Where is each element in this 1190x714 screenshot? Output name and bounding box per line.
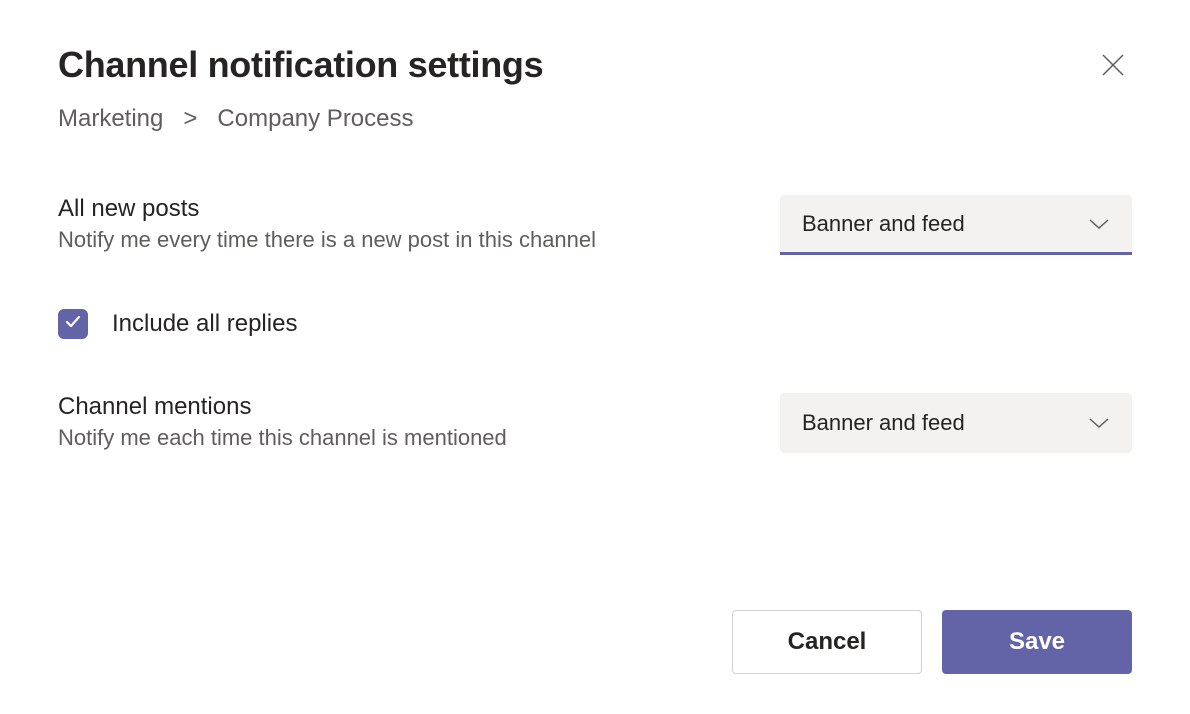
breadcrumb-team: Marketing [58, 105, 163, 132]
channel-mentions-label: Channel mentions [58, 393, 740, 421]
channel-mentions-dropdown[interactable]: Banner and feed [780, 393, 1132, 453]
dialog-footer: Cancel Save [58, 570, 1132, 674]
all-new-posts-dropdown[interactable]: Banner and feed [780, 195, 1132, 255]
dialog-title: Channel notification settings [58, 44, 543, 86]
breadcrumb-sep-space [197, 105, 210, 132]
breadcrumb: Marketing > Company Process [58, 105, 1132, 133]
chevron-down-icon [1088, 410, 1110, 436]
breadcrumb-sep-text: > [183, 105, 197, 132]
notification-settings-dialog: Channel notification settings Marketing … [0, 0, 1190, 714]
dropdown-value: Banner and feed [802, 211, 965, 237]
chevron-down-icon [1088, 211, 1110, 237]
save-button[interactable]: Save [942, 610, 1132, 674]
checkmark-icon [64, 313, 82, 336]
setting-text-block: Channel mentions Notify me each time thi… [58, 393, 740, 451]
all-new-posts-label: All new posts [58, 195, 740, 223]
settings-group: All new posts Notify me every time there… [58, 195, 1132, 453]
include-replies-label: Include all replies [112, 310, 297, 338]
setting-channel-mentions: Channel mentions Notify me each time thi… [58, 393, 1132, 453]
all-new-posts-description: Notify me every time there is a new post… [58, 227, 740, 253]
setting-all-new-posts: All new posts Notify me every time there… [58, 195, 1132, 255]
channel-mentions-description: Notify me each time this channel is ment… [58, 425, 740, 451]
include-replies-checkbox[interactable] [58, 309, 88, 339]
close-icon [1100, 52, 1126, 81]
setting-text-block: All new posts Notify me every time there… [58, 195, 740, 253]
dropdown-value: Banner and feed [802, 410, 965, 436]
breadcrumb-channel: Company Process [217, 105, 413, 132]
breadcrumb-separator [170, 105, 183, 132]
close-button[interactable] [1094, 46, 1132, 87]
dialog-header: Channel notification settings [58, 44, 1132, 87]
cancel-button[interactable]: Cancel [732, 610, 922, 674]
include-replies-row: Include all replies [58, 309, 1132, 339]
